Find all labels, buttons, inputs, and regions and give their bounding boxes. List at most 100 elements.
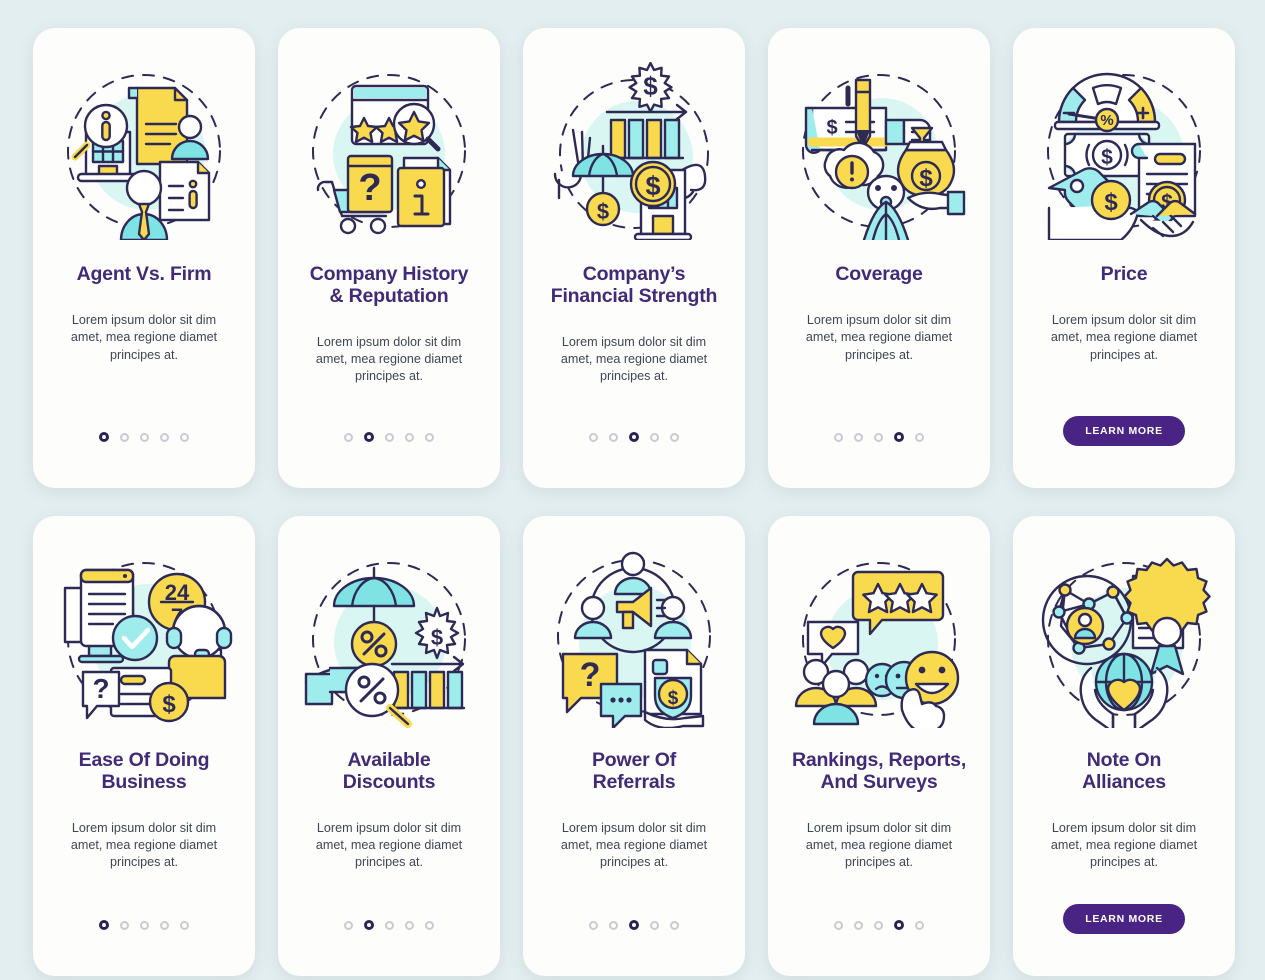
pagination-dot[interactable] [140, 432, 149, 442]
card-description: Lorem ipsum dolor sit dim amet, mea regi… [70, 312, 218, 362]
pagination-dots[interactable] [589, 920, 679, 930]
pagination-dot[interactable] [425, 920, 434, 930]
pagination-dots[interactable] [344, 920, 434, 930]
pagination-dot-active[interactable] [894, 432, 904, 442]
pagination-dot[interactable] [120, 432, 129, 442]
card-title: Note On Alliances [1082, 749, 1166, 793]
card-title: Company History & Reputation [309, 263, 469, 307]
pagination-dots[interactable] [99, 432, 189, 442]
pagination-dot[interactable] [854, 432, 863, 442]
ease-of-doing-business-illustration: 24 7 ? $ [63, 562, 233, 723]
financial-strength-illustration: $ $ $ [553, 62, 709, 240]
pagination-dot-active[interactable] [629, 432, 639, 442]
card-description: Lorem ipsum dolor sit dim amet, mea regi… [70, 820, 218, 870]
pagination-dot[interactable] [650, 920, 659, 930]
pagination-dot-active[interactable] [99, 920, 109, 930]
pagination-dot[interactable] [874, 432, 883, 442]
card-description: Lorem ipsum dolor sit dim amet, mea regi… [315, 334, 463, 384]
pagination-dot[interactable] [874, 920, 883, 930]
onboarding-card-price[interactable]: % $ $ $ Price Lorem ipsum dolor sit dim … [1013, 28, 1235, 488]
svg-text:%: % [1100, 112, 1113, 129]
svg-text:$: $ [597, 199, 609, 224]
onboarding-card-financial-strength[interactable]: $ $ $ Company’s Financial Strength Lorem… [523, 28, 745, 488]
available-discounts-illustration: $ [304, 562, 466, 728]
svg-text:$: $ [431, 625, 443, 650]
pagination-dot[interactable] [650, 432, 659, 442]
company-history-reputation-illustration: ? [312, 74, 466, 235]
pagination-dot[interactable] [915, 920, 924, 930]
pagination-dot-active[interactable] [364, 432, 374, 442]
card-description: Lorem ipsum dolor sit dim amet, mea regi… [1050, 820, 1198, 870]
card-title: Agent Vs. Firm [76, 263, 212, 285]
card-title: Price [1100, 263, 1148, 285]
pagination-dot[interactable] [425, 432, 434, 442]
agent-vs-firm-illustration [67, 74, 221, 240]
pagination-dot[interactable] [180, 920, 189, 930]
pagination-dot[interactable] [385, 920, 394, 930]
pagination-dots[interactable] [834, 920, 924, 930]
onboarding-card-company-history-reputation[interactable]: ? Company History & Reputation Lorem ips… [278, 28, 500, 488]
card-title: Coverage [835, 263, 923, 285]
power-of-referrals-illustration: ? $ [557, 551, 711, 728]
svg-text:?: ? [92, 673, 109, 704]
pagination-dot[interactable] [609, 432, 618, 442]
pagination-dot[interactable] [834, 432, 843, 442]
pagination-dot[interactable] [160, 432, 169, 442]
onboarding-screens-board: Agent Vs. Firm Lorem ipsum dolor sit dim… [0, 0, 1265, 980]
svg-text:$: $ [162, 691, 176, 718]
pagination-dot[interactable] [405, 432, 414, 442]
pagination-dot[interactable] [589, 920, 598, 930]
learn-more-button[interactable]: LEARN MORE [1063, 416, 1185, 446]
learn-more-button[interactable]: LEARN MORE [1063, 904, 1185, 934]
card-title: Power Of Referrals [592, 749, 676, 793]
coverage-illustration: $ $ [802, 74, 966, 240]
price-illustration: % $ $ $ [1047, 72, 1201, 240]
pagination-dot[interactable] [140, 920, 149, 930]
onboarding-card-agent-vs-firm[interactable]: Agent Vs. Firm Lorem ipsum dolor sit dim… [33, 28, 255, 488]
pagination-dot[interactable] [180, 432, 189, 442]
pagination-dot[interactable] [915, 432, 924, 442]
svg-text:$: $ [826, 117, 837, 139]
pagination-dots[interactable] [834, 432, 924, 442]
onboarding-card-note-on-alliances[interactable]: Note On Alliances Lorem ipsum dolor sit … [1013, 516, 1235, 976]
svg-text:$: $ [919, 165, 933, 192]
note-on-alliances-illustration [1041, 557, 1211, 728]
onboarding-card-rankings-reports-surveys[interactable]: Rankings, Reports, And Surveys Lorem ips… [768, 516, 990, 976]
pagination-dot[interactable] [385, 432, 394, 442]
pagination-dot[interactable] [609, 920, 618, 930]
pagination-dot[interactable] [160, 920, 169, 930]
card-description: Lorem ipsum dolor sit dim amet, mea regi… [560, 820, 708, 870]
pagination-dot[interactable] [344, 920, 353, 930]
pagination-dots[interactable] [589, 432, 679, 442]
card-description: Lorem ipsum dolor sit dim amet, mea regi… [315, 820, 463, 870]
card-description: Lorem ipsum dolor sit dim amet, mea regi… [560, 334, 708, 384]
pagination-dot[interactable] [854, 920, 863, 930]
card-title: Available Discounts [342, 749, 436, 793]
pagination-dot[interactable] [120, 920, 129, 930]
card-description: Lorem ipsum dolor sit dim amet, mea regi… [1050, 312, 1198, 362]
onboarding-card-ease-of-doing-business[interactable]: 24 7 ? $ [33, 516, 255, 976]
card-title: Rankings, Reports, And Surveys [791, 749, 967, 793]
card-description: Lorem ipsum dolor sit dim amet, mea regi… [805, 820, 953, 870]
pagination-dot[interactable] [670, 432, 679, 442]
svg-text:$: $ [668, 688, 679, 709]
svg-text:?: ? [580, 656, 601, 694]
onboarding-card-coverage[interactable]: $ $ Coverage Lorem ipsum dolor sit dim a… [768, 28, 990, 488]
svg-text:$: $ [643, 71, 658, 101]
pagination-dot[interactable] [405, 920, 414, 930]
onboarding-card-available-discounts[interactable]: $ Available Discounts Lorem ipsum dolor … [278, 516, 500, 976]
svg-text:$: $ [1104, 189, 1118, 216]
pagination-dot-active[interactable] [99, 432, 109, 442]
pagination-dots[interactable] [99, 920, 189, 930]
pagination-dot[interactable] [834, 920, 843, 930]
card-title: Company’s Financial Strength [550, 263, 718, 307]
pagination-dot[interactable] [344, 432, 353, 442]
card-title: Ease Of Doing Business [78, 749, 210, 793]
pagination-dot[interactable] [670, 920, 679, 930]
pagination-dot-active[interactable] [364, 920, 374, 930]
pagination-dot-active[interactable] [894, 920, 904, 930]
pagination-dots[interactable] [344, 432, 434, 442]
onboarding-card-power-of-referrals[interactable]: ? $ Power Of Referrals Lorem ipsum dolor… [523, 516, 745, 976]
pagination-dot-active[interactable] [629, 920, 639, 930]
pagination-dot[interactable] [589, 432, 598, 442]
